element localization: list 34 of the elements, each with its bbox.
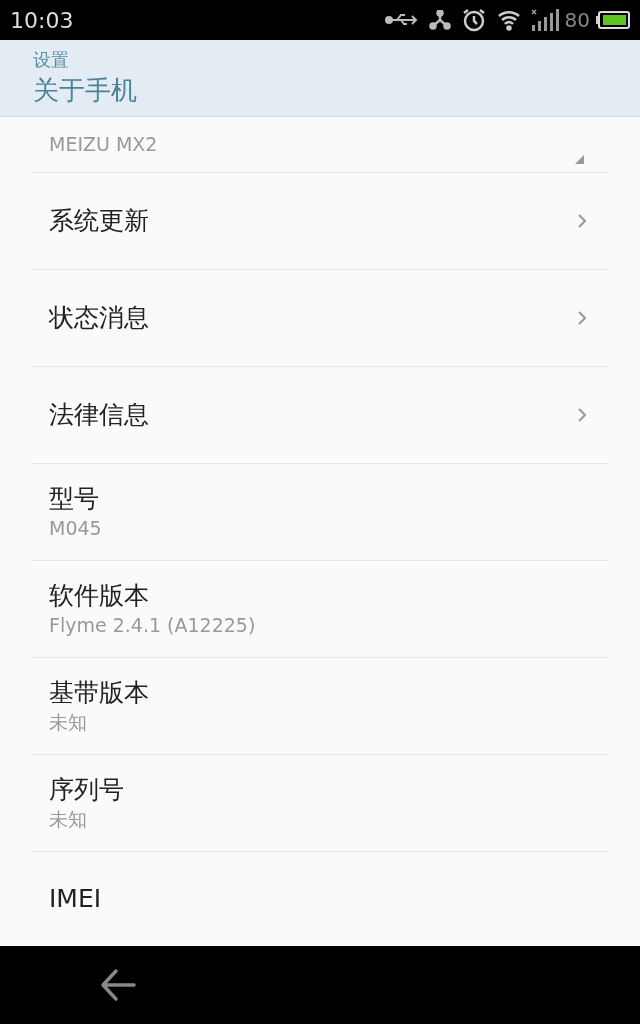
settings-row[interactable]: 序列号 未知 bbox=[32, 755, 608, 852]
row-value: MEIZU MX2 bbox=[49, 132, 158, 158]
branch-icon bbox=[428, 10, 451, 30]
page-title: 关于手机 bbox=[33, 74, 138, 107]
row-title: 序列号 bbox=[49, 774, 125, 806]
row-value: M045 bbox=[49, 516, 103, 541]
row-title: 法律信息 bbox=[49, 399, 149, 432]
row-title: 状态消息 bbox=[49, 302, 149, 335]
row-title: 基带版本 bbox=[49, 677, 150, 709]
chevron-right-icon bbox=[578, 214, 586, 228]
settings-row[interactable]: 状态消息 bbox=[32, 270, 608, 367]
settings-row[interactable]: 基带版本 未知 bbox=[32, 658, 608, 755]
settings-row[interactable]: 型号 M045 bbox=[32, 464, 608, 561]
row-title: 软件版本 bbox=[49, 580, 150, 612]
row-title: IMEI bbox=[49, 883, 102, 916]
clock: 10:03 bbox=[10, 6, 74, 35]
row-value: 未知 bbox=[49, 710, 88, 735]
settings-row[interactable]: 软件版本 Flyme 2.4.1 (A12225) bbox=[32, 561, 608, 658]
row-title: 型号 bbox=[49, 483, 100, 515]
row-value: 未知 bbox=[49, 807, 88, 832]
chevron-right-icon bbox=[578, 311, 586, 325]
dropdown-corner-icon bbox=[575, 155, 584, 164]
battery-percent: 80 bbox=[564, 7, 590, 34]
row-title: 系统更新 bbox=[49, 205, 149, 238]
chevron-right-icon bbox=[578, 408, 586, 422]
settings-row[interactable]: 法律信息 bbox=[32, 367, 608, 464]
signal-icon bbox=[530, 9, 559, 31]
battery-icon bbox=[596, 11, 630, 29]
row-value: Flyme 2.4.1 (A12225) bbox=[49, 613, 257, 638]
wifi-icon bbox=[496, 9, 521, 31]
back-arrow-icon[interactable] bbox=[100, 968, 136, 1002]
settings-row[interactable]: IMEI bbox=[32, 852, 608, 946]
settings-row[interactable]: 系统更新 bbox=[32, 173, 608, 270]
usb-icon bbox=[384, 12, 419, 28]
